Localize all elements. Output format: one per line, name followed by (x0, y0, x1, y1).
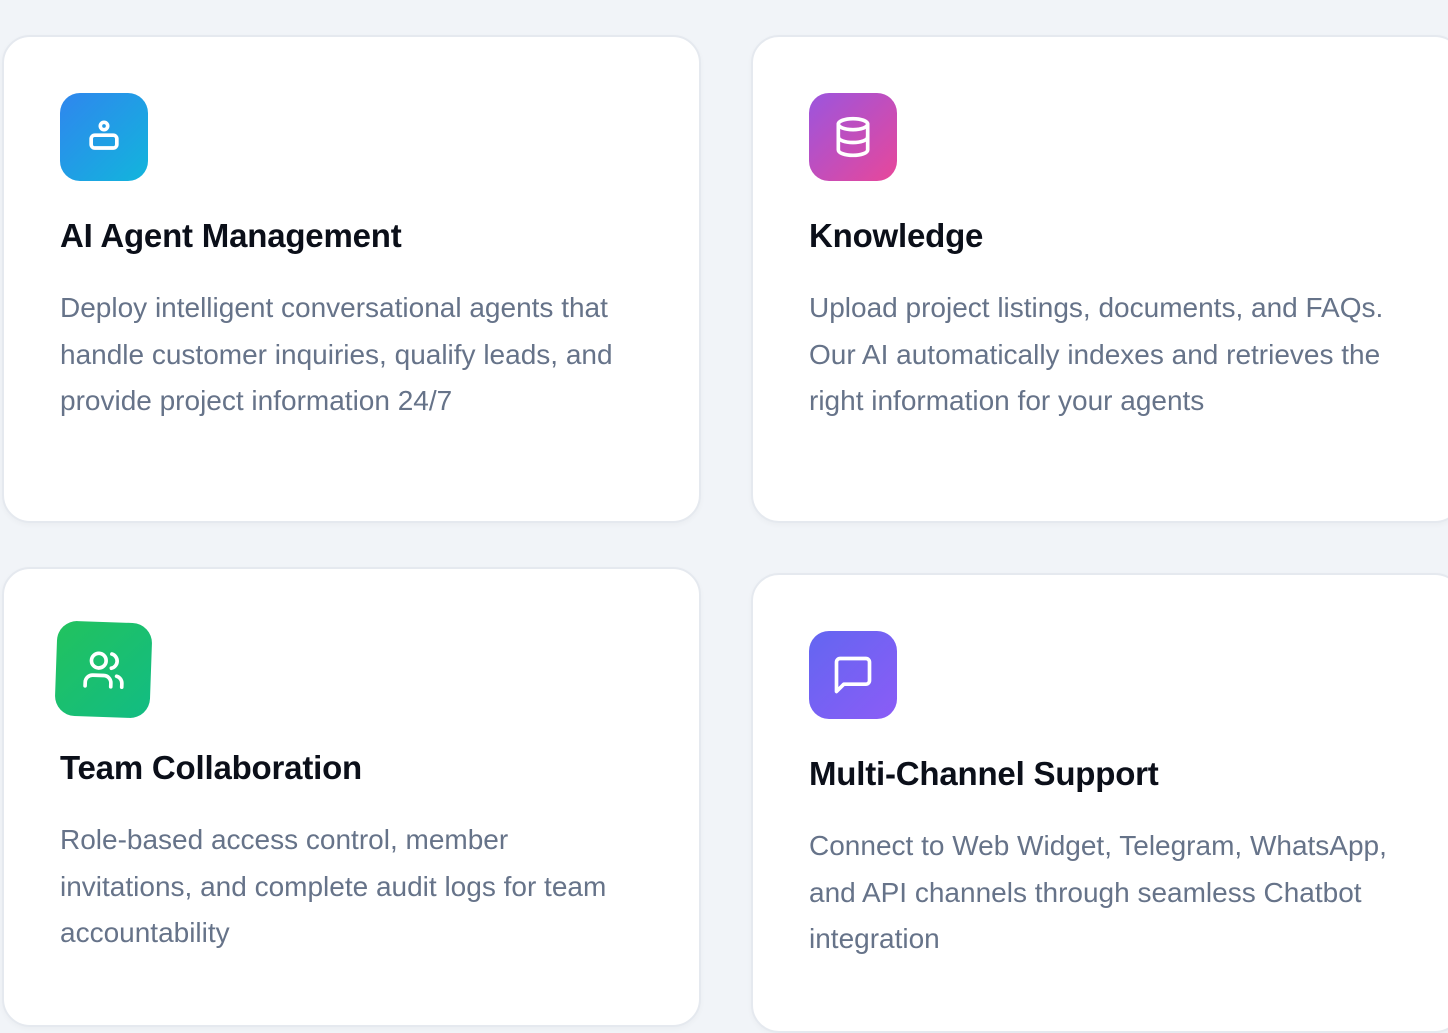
feature-card-ai-agent-management: AI Agent Management Deploy intelligent c… (2, 35, 701, 523)
feature-title: Knowledge (809, 217, 984, 254)
feature-description: Deploy intelligent conversational agents… (60, 292, 613, 416)
feature-title: Multi-Channel Support (809, 755, 1159, 792)
feature-description: Role-based access control, member invita… (60, 824, 607, 948)
message-square-icon (809, 631, 897, 719)
feature-title: Team Collaboration (60, 749, 362, 786)
database-icon (809, 93, 897, 181)
feature-title: AI Agent Management (60, 217, 402, 254)
feature-card-team-collaboration: Team Collaboration Role-based access con… (2, 567, 701, 1027)
users-icon (54, 620, 153, 719)
feature-description: Connect to Web Widget, Telegram, WhatsAp… (809, 830, 1387, 954)
feature-card-knowledge: Knowledge Upload project listings, docum… (751, 35, 1448, 523)
feature-description: Upload project listings, documents, and … (809, 292, 1384, 416)
feature-card-multi-channel-support: Multi-Channel Support Connect to Web Wid… (751, 573, 1448, 1033)
agent-icon (60, 93, 148, 181)
